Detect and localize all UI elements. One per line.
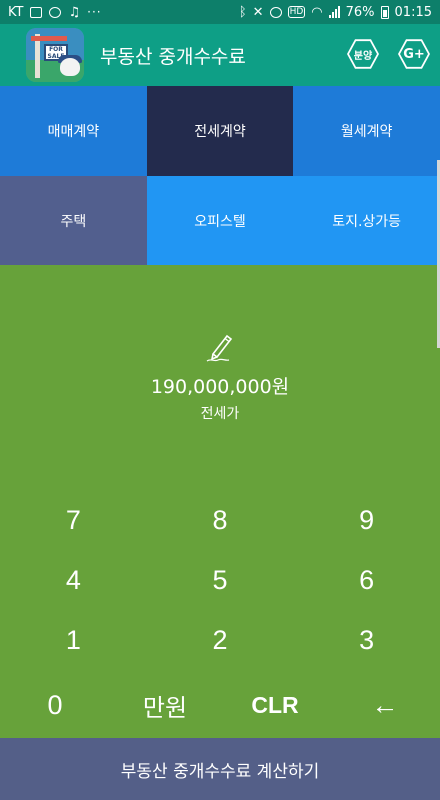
- sync-icon: [49, 6, 62, 18]
- google-plus-button[interactable]: G+: [398, 39, 430, 69]
- tab-sale-contract[interactable]: 매매계약: [0, 86, 147, 176]
- keypad-row: 0 만원 CLR ←: [0, 674, 440, 736]
- keypad-row: 4 5 6: [0, 550, 440, 610]
- wifi-icon: ◠: [311, 4, 323, 20]
- tab-jeonse-contract[interactable]: 전세계약: [146, 86, 294, 176]
- mute-icon: ✕: [252, 4, 264, 20]
- more-notifications-icon: ···: [87, 5, 102, 19]
- music-icon: ♫: [68, 4, 81, 20]
- signal-icon: [328, 6, 340, 18]
- amount-label: 전세가: [200, 406, 240, 422]
- key-manwon[interactable]: 만원: [110, 674, 220, 736]
- bunyang-button[interactable]: 분양: [347, 39, 379, 69]
- app-logo: FOR SALE: [26, 28, 84, 82]
- property-type-tabs: 주택 오피스텔 토지.상가등: [0, 176, 440, 265]
- key-9[interactable]: 9: [293, 490, 440, 550]
- tab-house[interactable]: 주택: [0, 176, 147, 265]
- keypad-row: 7 8 9: [0, 490, 440, 550]
- calculate-button[interactable]: 부동산 중개수수료 계산하기: [0, 738, 440, 800]
- amount-value: 190,000,000원: [150, 376, 290, 398]
- key-clear[interactable]: CLR: [220, 674, 330, 736]
- alarm-icon: [269, 6, 282, 18]
- contract-type-tabs: 매매계약 전세계약 월세계약: [0, 86, 440, 176]
- hd-icon: HD: [287, 6, 306, 18]
- key-5[interactable]: 5: [147, 550, 294, 610]
- bluetooth-icon: ᛒ: [238, 4, 247, 20]
- app-title: 부동산 중개수수료: [100, 46, 246, 68]
- keypad-row: 1 2 3: [0, 610, 440, 670]
- amount-display: 190,000,000원 전세가: [0, 330, 440, 423]
- gallery-icon: [30, 6, 43, 18]
- clock: 01:15: [394, 4, 432, 20]
- backspace-key[interactable]: ←: [330, 674, 440, 736]
- key-6[interactable]: 6: [293, 550, 440, 610]
- battery-percent: 76%: [345, 4, 375, 20]
- key-0[interactable]: 0: [0, 674, 110, 736]
- key-2[interactable]: 2: [147, 610, 294, 670]
- pencil-icon[interactable]: [205, 330, 235, 362]
- key-3[interactable]: 3: [293, 610, 440, 670]
- tab-officetel[interactable]: 오피스텔: [146, 176, 294, 265]
- status-bar: KT ♫ ··· ᛒ ✕ HD ◠ 76% 01:15: [0, 0, 440, 24]
- key-7[interactable]: 7: [0, 490, 147, 550]
- tab-land-commercial[interactable]: 토지.상가등: [293, 176, 440, 265]
- battery-icon: [380, 5, 389, 19]
- carrier-label: KT: [8, 4, 24, 20]
- key-8[interactable]: 8: [147, 490, 294, 550]
- key-1[interactable]: 1: [0, 610, 147, 670]
- key-4[interactable]: 4: [0, 550, 147, 610]
- tab-monthly-rent-contract[interactable]: 월세계약: [293, 86, 440, 176]
- numeric-keypad: 7 8 9 4 5 6 1 2 3 0 만원 CLR ←: [0, 490, 440, 736]
- app-bar: FOR SALE 부동산 중개수수료 분양 G+: [0, 24, 440, 86]
